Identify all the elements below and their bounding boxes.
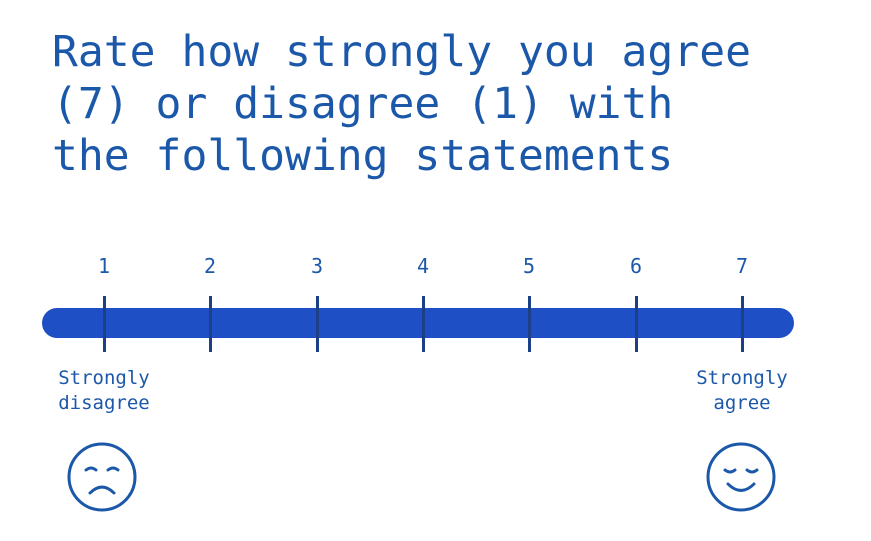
scale-number-1: 1	[97, 254, 111, 278]
heading-line-2: (7) or disagree (1) with	[52, 79, 674, 129]
scale-number-2: 2	[203, 254, 217, 278]
scale-tick-7[interactable]	[741, 296, 744, 352]
strongly-agree-label: Strongly agree	[696, 367, 788, 414]
question-heading: Rate how strongly you agree (7) or disag…	[52, 26, 751, 182]
scale-number-5: 5	[522, 254, 536, 278]
scale-tick-3[interactable]	[316, 296, 319, 352]
heading-line-3: the following statements	[52, 131, 674, 181]
scale-bar	[42, 308, 794, 338]
scale-tick-1[interactable]	[103, 296, 106, 352]
scale-tick-2[interactable]	[209, 296, 212, 352]
scale-number-3: 3	[310, 254, 324, 278]
scale-number-7: 7	[735, 254, 749, 278]
scale-number-4: 4	[416, 254, 430, 278]
scale-number-6: 6	[629, 254, 643, 278]
sad-face-icon	[67, 442, 137, 512]
strongly-disagree-label: Strongly disagree	[58, 367, 150, 414]
happy-face-icon	[706, 442, 776, 512]
scale-tick-6[interactable]	[635, 296, 638, 352]
scale-tick-5[interactable]	[528, 296, 531, 352]
heading-line-1: Rate how strongly you agree	[52, 27, 751, 77]
scale-tick-4[interactable]	[422, 296, 425, 352]
